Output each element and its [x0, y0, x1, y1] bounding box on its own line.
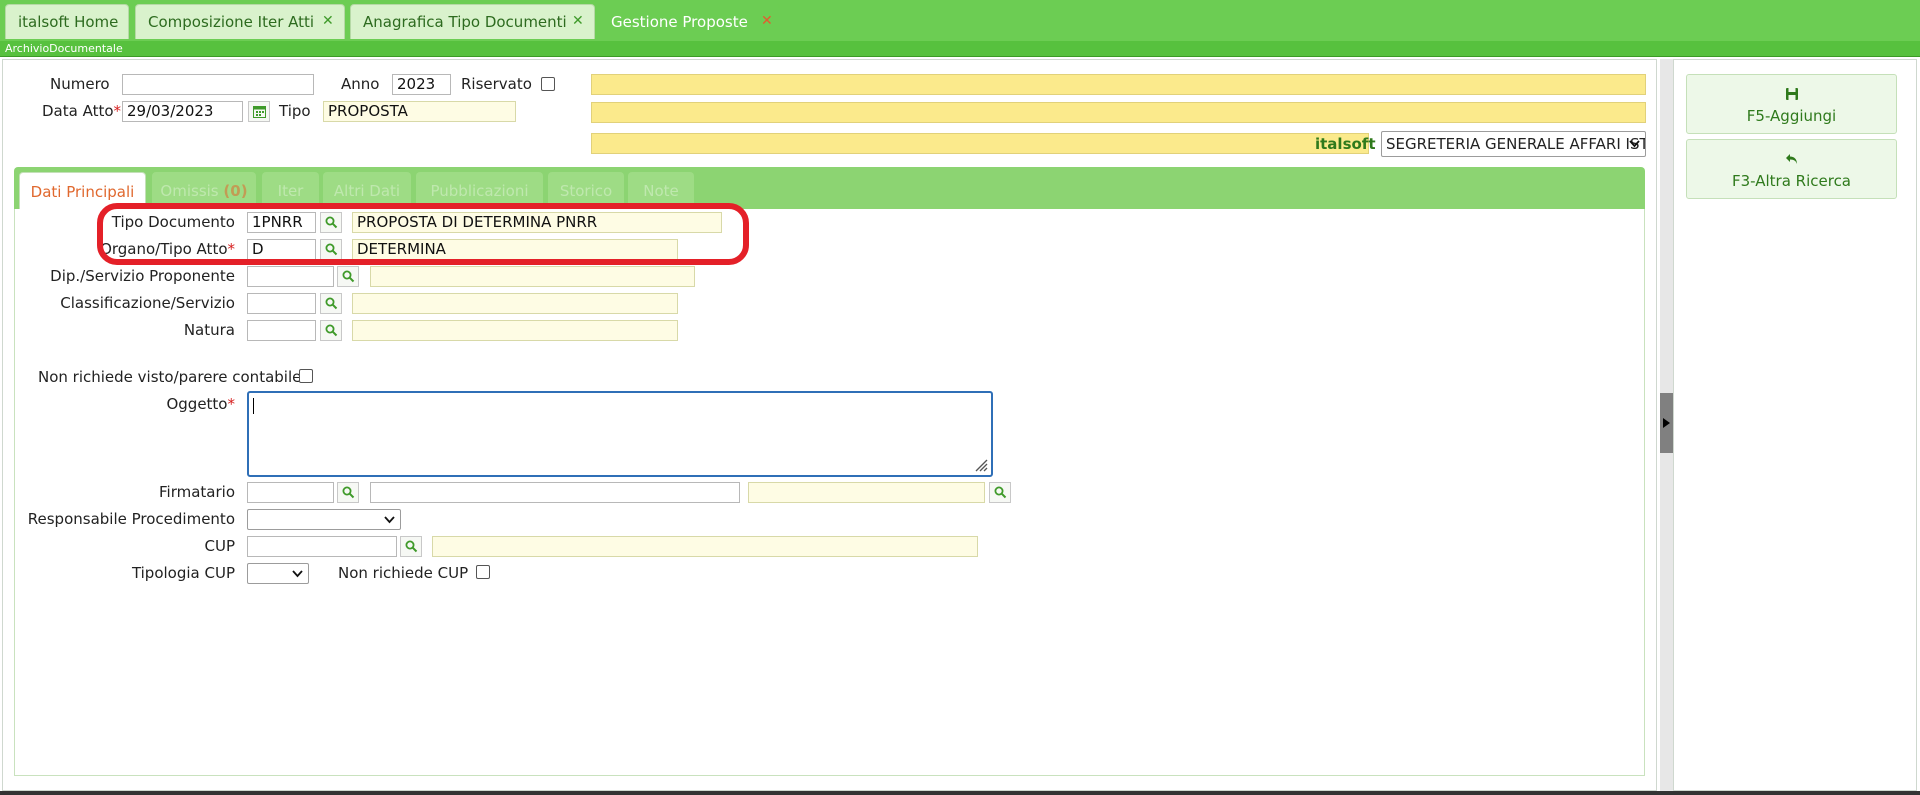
firmatario-name-input[interactable] [370, 482, 740, 503]
search-icon [342, 270, 355, 283]
panel-splitter[interactable] [1660, 59, 1673, 791]
search-icon [405, 540, 418, 553]
breadcrumb-label: ArchivioDocumentale [5, 42, 123, 55]
non-richiede-cup-checkbox[interactable] [476, 565, 490, 579]
firmatario-code-input[interactable] [247, 482, 334, 503]
dip-servizio-label: Dip./Servizio Proponente [50, 267, 235, 285]
firmatario-search-button-2[interactable] [989, 482, 1011, 503]
window-tab-label: italsoft Home [18, 13, 119, 31]
calendar-icon [253, 106, 266, 118]
chevron-down-icon [292, 570, 303, 578]
firmatario-search-button[interactable] [337, 482, 359, 503]
tipo-input: PROPOSTA [323, 101, 516, 122]
responsabile-select[interactable] [247, 509, 401, 530]
italsoft-logo: italsoft [1315, 135, 1376, 153]
classificazione-code-input[interactable] [247, 293, 316, 314]
oggetto-textarea[interactable] [247, 391, 993, 477]
info-bar-2 [591, 102, 1646, 123]
natura-code-input[interactable] [247, 320, 316, 341]
ufficio-select[interactable]: SEGRETERIA GENERALE AFFARI IST [1381, 131, 1646, 157]
altra-ricerca-button[interactable]: F3-Altra Ricerca [1686, 139, 1897, 199]
breadcrumb: ArchivioDocumentale [0, 41, 1920, 57]
tab-label: Omissis [160, 182, 219, 200]
oggetto-label: Oggetto* [20, 395, 235, 413]
window-tab-gestione-proposte[interactable]: Gestione Proposte ✕ [598, 4, 780, 39]
riservato-label: Riservato [461, 75, 532, 93]
firmatario-description [748, 482, 985, 503]
anno-label: Anno [341, 75, 380, 93]
responsabile-label: Responsabile Procedimento [27, 510, 235, 528]
non-richiede-visto-label: Non richiede visto/parere contabile [38, 368, 302, 386]
tab-label: Iter [277, 182, 304, 200]
close-icon[interactable]: ✕ [761, 13, 773, 29]
cup-search-button[interactable] [400, 536, 422, 557]
anno-input[interactable]: 2023 [392, 74, 451, 95]
resize-grip-icon[interactable] [974, 458, 988, 472]
window-tab-label: Gestione Proposte [611, 13, 748, 31]
undo-arrow-icon [1786, 154, 1797, 164]
info-bar-3 [591, 133, 1369, 154]
classificazione-description [352, 293, 678, 314]
tab-label: Dati Principali [30, 183, 135, 201]
cup-description [432, 536, 978, 557]
calendar-button[interactable] [248, 101, 270, 122]
aggiungi-button[interactable]: F5-Aggiungi [1686, 74, 1897, 134]
tipologia-cup-label: Tipologia CUP [131, 564, 235, 582]
tipo-label: Tipo [279, 102, 311, 120]
classificazione-search-button[interactable] [320, 293, 342, 314]
bottom-edge [0, 791, 1920, 795]
search-icon [342, 486, 355, 499]
text-caret [253, 398, 254, 414]
tab-count-badge: (0) [223, 182, 248, 200]
info-bar-1 [591, 74, 1646, 95]
dip-servizio-description [370, 266, 695, 287]
chevron-down-icon [384, 516, 395, 524]
close-icon[interactable]: ✕ [572, 13, 584, 29]
close-icon[interactable]: ✕ [322, 13, 334, 29]
search-icon [325, 297, 338, 310]
tab-label: Note [643, 182, 679, 200]
tab-label: Pubblicazioni [430, 182, 529, 200]
aggiungi-button-label: F5-Aggiungi [1746, 107, 1837, 125]
highlight-annotation [97, 203, 749, 265]
window-tab-label: Anagrafica Tipo Documenti [363, 13, 567, 31]
required-marker: * [227, 395, 236, 413]
non-richiede-cup-label: Non richiede CUP [338, 564, 469, 582]
natura-label: Natura [183, 321, 235, 339]
non-richiede-visto-checkbox[interactable] [299, 369, 313, 383]
natura-search-button[interactable] [320, 320, 342, 341]
riservato-checkbox[interactable] [541, 77, 555, 91]
window-tab-label: Composizione Iter Atti [148, 13, 315, 31]
firmatario-label: Firmatario [159, 483, 235, 501]
data-atto-label: Data Atto* [42, 102, 121, 120]
classificazione-label: Classificazione/Servizio [60, 294, 235, 312]
tipologia-cup-select[interactable] [247, 563, 309, 584]
window-tab-italsoft-home[interactable]: italsoft Home [5, 4, 129, 39]
search-icon [994, 486, 1007, 499]
ufficio-select-value: SEGRETERIA GENERALE AFFARI IST [1386, 135, 1646, 153]
dip-servizio-code-input[interactable] [247, 266, 334, 287]
numero-input[interactable] [122, 74, 314, 95]
natura-description [352, 320, 678, 341]
data-atto-label-text: Data Atto [42, 102, 114, 120]
cup-input[interactable] [247, 536, 397, 557]
data-atto-input[interactable]: 29/03/2023 [122, 101, 243, 122]
required-marker: * [113, 102, 122, 120]
tab-label: Altri Dati [333, 182, 401, 200]
window-tab-anagrafica-tipo-documenti[interactable]: Anagrafica Tipo Documenti ✕ [350, 4, 595, 39]
window-tab-composizione-iter-atti[interactable]: Composizione Iter Atti ✕ [135, 4, 345, 39]
cup-label: CUP [204, 537, 236, 555]
window-tab-bar: italsoft Home Composizione Iter Atti ✕ A… [0, 0, 1920, 41]
dip-servizio-search-button[interactable] [337, 266, 359, 287]
tab-label: Storico [559, 182, 613, 200]
expand-arrow-icon[interactable] [1663, 418, 1670, 428]
numero-label: Numero [50, 75, 110, 93]
search-icon [325, 324, 338, 337]
altra-ricerca-button-label: F3-Altra Ricerca [1731, 172, 1852, 190]
chevron-down-icon [1629, 140, 1640, 148]
save-icon [1786, 88, 1798, 100]
oggetto-label-text: Oggetto [166, 395, 228, 413]
